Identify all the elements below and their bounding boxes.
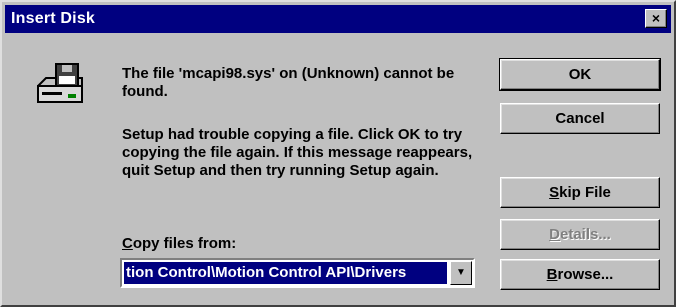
browse-label: rowse... (557, 266, 614, 283)
dropdown-button[interactable]: ▼ (450, 261, 472, 285)
close-button[interactable]: × (645, 9, 667, 28)
browse-accel: B (546, 266, 558, 283)
details-accel: D (549, 226, 560, 243)
error-message-file-not-found: The file 'mcapi98.sys' on (Unknown) cann… (122, 65, 455, 100)
copy-files-label-text: opy files from: (132, 235, 237, 252)
skip-file-accel: S (549, 184, 560, 201)
ok-button[interactable]: OK (499, 58, 661, 91)
details-label: etails... (559, 226, 611, 243)
close-icon: × (651, 10, 661, 26)
cancel-button[interactable]: Cancel (500, 103, 660, 134)
details-button: Details... (500, 219, 660, 250)
error-message-instructions: Setup had trouble copying a file. Click … (122, 126, 473, 179)
copy-files-accel: C (122, 235, 133, 252)
copy-files-from-combobox[interactable]: tion Control\Motion Control API\Drivers … (120, 258, 475, 288)
window-title: Insert Disk (11, 10, 96, 27)
title-bar[interactable]: Insert Disk × (5, 5, 671, 33)
copy-files-from-label: Copy files from: (122, 235, 236, 252)
chevron-down-icon: ▼ (456, 267, 466, 278)
skip-file-label: kip File (559, 184, 611, 201)
copy-files-from-value[interactable]: tion Control\Motion Control API\Drivers (124, 262, 447, 284)
disk-drive-icon (37, 63, 83, 103)
browse-button[interactable]: Browse... (500, 259, 660, 290)
skip-file-button[interactable]: Skip File (500, 177, 660, 208)
insert-disk-dialog: Insert Disk × The file 'mcapi98.sys' on … (0, 0, 676, 307)
